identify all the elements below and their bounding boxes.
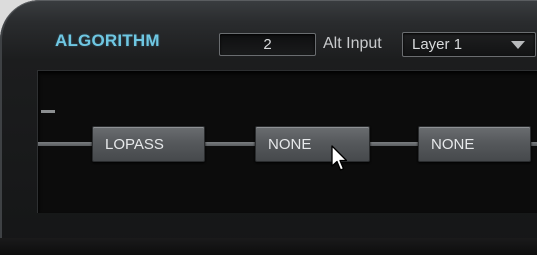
- signal-wire: [38, 142, 93, 146]
- alt-input-value-field[interactable]: 2: [219, 33, 316, 56]
- chevron-down-icon[interactable]: [511, 41, 525, 49]
- layer-select-value: Layer 1: [412, 36, 463, 53]
- signal-wire: [369, 142, 419, 146]
- input-indicator: [41, 110, 55, 113]
- algorithm-title: ALGORITHM: [55, 31, 160, 50]
- algorithm-stage-3-button[interactable]: NONE: [418, 126, 531, 162]
- signal-wire: [530, 142, 537, 146]
- layer-select-dropdown[interactable]: Layer 1: [402, 32, 536, 57]
- mouse-pointer-icon: [331, 145, 348, 171]
- algorithm-stage-1-button[interactable]: LOPASS: [92, 126, 205, 162]
- panel-bottom-edge: [0, 238, 537, 255]
- synth-window: ALGORITHM 2 Alt Input Layer 1 LOPASS NON…: [0, 0, 537, 255]
- alt-input-label: Alt Input: [323, 35, 382, 52]
- algorithm-stage-2-button[interactable]: NONE: [255, 126, 370, 162]
- signal-wire: [204, 142, 256, 146]
